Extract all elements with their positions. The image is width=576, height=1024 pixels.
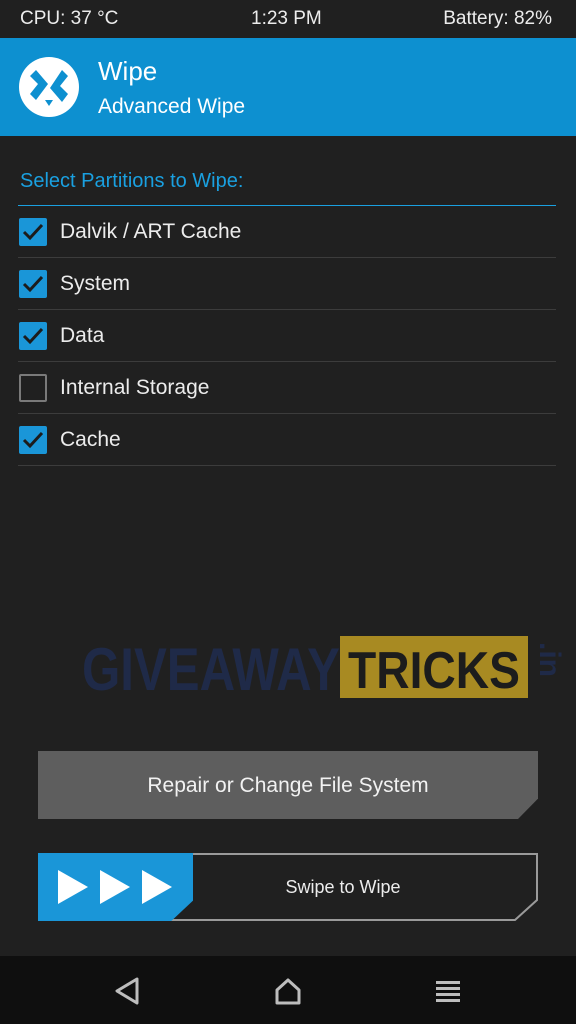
swipe-label: Swipe to Wipe [285,877,401,897]
partition-label: Dalvik / ART Cache [60,220,242,243]
page-title: Wipe [98,56,158,86]
partition-row-cache[interactable]: Cache [18,414,556,466]
repair-button-label: Repair or Change File System [147,774,429,797]
repair-filesystem-button[interactable]: Repair or Change File System [38,751,538,819]
navigation-bar [0,956,576,1024]
watermark-text-giveaway: GIVEAWAY [82,636,340,702]
partition-label: Data [60,324,105,347]
partition-label: System [60,272,131,295]
triple-arrow-icon [58,870,172,904]
partition-row-internal-storage[interactable]: Internal Storage [18,362,556,414]
partition-label: Internal Storage [60,376,210,399]
partition-label: Cache [60,428,121,451]
twrp-logo-icon [18,56,80,118]
partition-row-dalvik[interactable]: Dalvik / ART Cache [18,206,556,258]
checkbox-checked[interactable] [19,218,47,246]
checkbox-checked[interactable] [19,322,47,350]
watermark-text-in: .in [533,642,566,677]
checkbox-checked[interactable] [19,426,47,454]
swipe-to-wipe-slider[interactable]: Swipe to Wipe [38,853,538,921]
home-icon[interactable] [273,976,303,1006]
watermark-text-tricks: TRICKS [348,642,520,700]
clock: 1:23 PM [251,8,322,29]
menu-icon[interactable] [433,976,463,1006]
battery-level: Battery: 82% [443,8,552,29]
cpu-temp: CPU: 37 °C [20,8,119,29]
partition-row-data[interactable]: Data [18,310,556,362]
partition-row-system[interactable]: System [18,258,556,310]
page-subtitle: Advanced Wipe [98,95,246,118]
watermark-logo: GIVEAWAY TRICKS .in [82,632,576,703]
section-label: Select Partitions to Wipe: [20,170,244,192]
status-bar: CPU: 37 °C 1:23 PM Battery: 82% [0,0,576,38]
partition-list: Dalvik / ART Cache System Data Internal … [18,206,556,466]
checkbox-checked[interactable] [19,270,47,298]
slider-handle[interactable] [38,853,193,921]
back-triangle-icon[interactable] [113,976,143,1006]
app-header: Wipe Advanced Wipe [0,38,576,136]
checkbox-unchecked[interactable] [19,374,47,402]
